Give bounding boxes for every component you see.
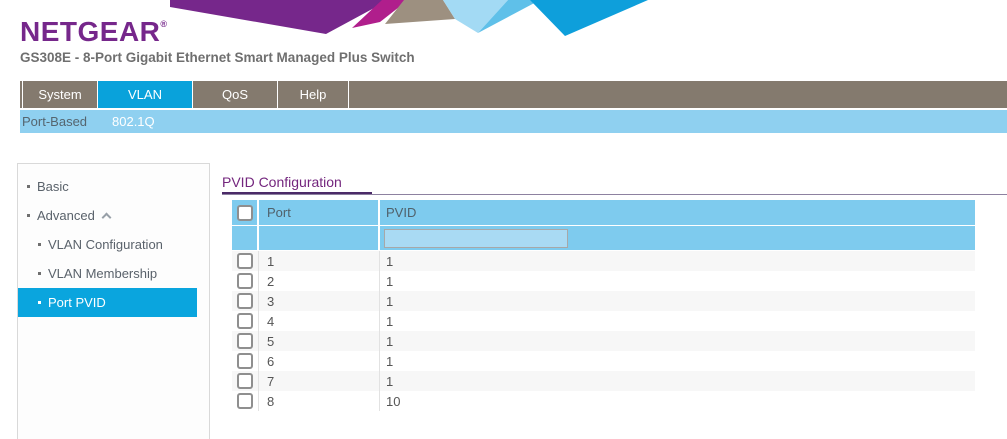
port-cell: 3 <box>259 291 380 311</box>
table-header-row: Port PVID <box>232 200 975 225</box>
bullet-icon <box>38 301 41 304</box>
pvid-cell: 1 <box>380 251 975 271</box>
bullet-icon <box>38 272 41 275</box>
netgear-logo-text: NETGEAR <box>20 16 160 47</box>
row-checkbox[interactable] <box>237 353 253 369</box>
column-header-port-label: Port <box>267 205 291 220</box>
row-checkbox[interactable] <box>237 373 253 389</box>
tab-vlan[interactable]: VLAN <box>98 81 192 108</box>
port-cell: 8 <box>259 391 380 411</box>
row-checkbox[interactable] <box>237 313 253 329</box>
sidebar-item-label: Advanced <box>37 208 95 223</box>
subnav-item-port-based[interactable]: Port-Based <box>22 114 112 129</box>
sidebar-item-label: VLAN Configuration <box>48 237 163 252</box>
pvid-cell: 1 <box>380 331 975 351</box>
chevron-up-icon <box>101 213 111 223</box>
filter-row <box>232 226 975 250</box>
subnav-item-802-1q[interactable]: 802.1Q <box>112 114 179 129</box>
sidebar-item-basic[interactable]: Basic <box>18 172 197 201</box>
row-checkbox-cell <box>232 351 259 371</box>
page-title: GS308E - 8-Port Gigabit Ethernet Smart M… <box>20 50 415 65</box>
pvid-cell: 1 <box>380 271 975 291</box>
sidebar-item-port-pvid[interactable]: Port PVID <box>18 288 197 317</box>
bullet-icon <box>27 214 30 217</box>
table-row: 21 <box>232 271 975 291</box>
pvid-cell: 10 <box>380 391 975 411</box>
port-cell: 1 <box>259 251 380 271</box>
column-header-pvid-label: PVID <box>386 205 416 220</box>
sidebar: Basic Advanced VLAN Configuration VLAN Memb… <box>17 163 210 439</box>
section-underline-thin <box>222 194 1007 195</box>
pvid-cell: 1 <box>380 311 975 331</box>
sidebar-item-label: VLAN Membership <box>48 266 157 281</box>
filter-checkbox-cell <box>232 226 259 250</box>
table-row: 51 <box>232 331 975 351</box>
tab-system[interactable]: System <box>23 81 97 108</box>
pvid-table: Port PVID 11213141516171810 <box>232 200 975 411</box>
port-cell: 5 <box>259 331 380 351</box>
row-checkbox-cell <box>232 331 259 351</box>
row-checkbox[interactable] <box>237 393 253 409</box>
tab-qos[interactable]: QoS <box>193 81 277 108</box>
sidebar-item-vlan-membership[interactable]: VLAN Membership <box>18 259 197 288</box>
table-row: 11 <box>232 251 975 271</box>
row-checkbox-cell <box>232 271 259 291</box>
row-checkbox-cell <box>232 291 259 311</box>
section-title: PVID Configuration <box>222 174 342 190</box>
pvid-filter-input[interactable] <box>384 229 568 248</box>
sub-nav: Port-Based802.1Q <box>20 110 1007 133</box>
table-row: 61 <box>232 351 975 371</box>
pvid-cell: 1 <box>380 371 975 391</box>
row-checkbox-cell <box>232 251 259 271</box>
table-row: 41 <box>232 311 975 331</box>
column-header-pvid: PVID <box>380 200 975 225</box>
filter-port-cell <box>259 226 380 250</box>
tab-help[interactable]: Help <box>278 81 348 108</box>
sidebar-item-vlan-configuration[interactable]: VLAN Configuration <box>18 230 197 259</box>
nav-divider <box>348 81 349 108</box>
select-all-cell <box>232 200 259 225</box>
row-checkbox-cell <box>232 311 259 331</box>
row-checkbox-cell <box>232 371 259 391</box>
netgear-logo: NETGEAR® <box>20 9 167 47</box>
table-row: 71 <box>232 371 975 391</box>
table-row: 810 <box>232 391 975 411</box>
sidebar-item-label: Port PVID <box>48 295 106 310</box>
filter-pvid-cell <box>380 226 975 250</box>
port-cell: 6 <box>259 351 380 371</box>
row-checkbox[interactable] <box>237 253 253 269</box>
table-body: 11213141516171810 <box>232 251 975 411</box>
row-checkbox-cell <box>232 391 259 411</box>
bullet-icon <box>38 243 41 246</box>
main-nav: SystemVLANQoSHelp <box>20 81 1007 108</box>
port-cell: 7 <box>259 371 380 391</box>
brand-banner-graphic <box>165 0 660 37</box>
bullet-icon <box>27 185 30 188</box>
port-cell: 2 <box>259 271 380 291</box>
sidebar-item-advanced[interactable]: Advanced <box>18 201 197 230</box>
registered-mark: ® <box>160 19 167 29</box>
row-checkbox[interactable] <box>237 273 253 289</box>
sidebar-item-label: Basic <box>37 179 69 194</box>
screen: NETGEAR® GS308E - 8-Port Gigabit Etherne… <box>0 0 1007 439</box>
row-checkbox[interactable] <box>237 333 253 349</box>
select-all-checkbox[interactable] <box>237 205 253 221</box>
column-header-port: Port <box>259 200 380 225</box>
pvid-cell: 1 <box>380 351 975 371</box>
row-checkbox[interactable] <box>237 293 253 309</box>
pvid-cell: 1 <box>380 291 975 311</box>
table-row: 31 <box>232 291 975 311</box>
port-cell: 4 <box>259 311 380 331</box>
